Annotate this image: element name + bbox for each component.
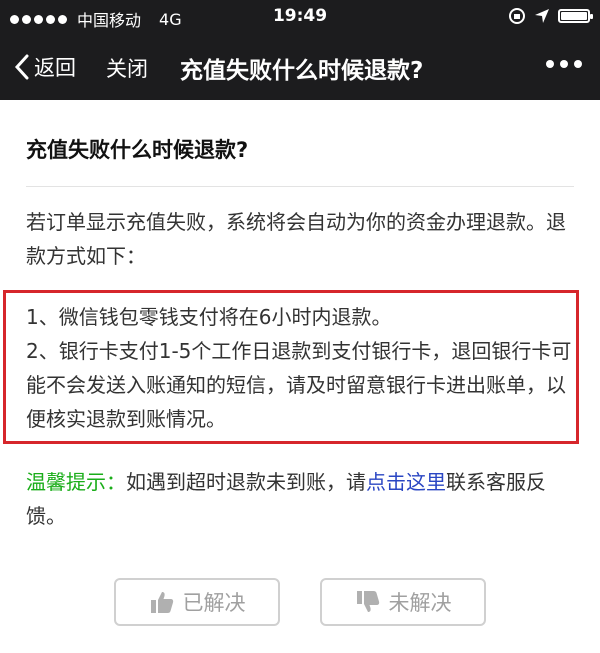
article: 充值失败什么时候退款? 若订单显示充值失败，系统将会自动为你的资金办理退款。退款… bbox=[26, 100, 574, 273]
list-item: 2、银行卡支付1-5个工作日退款到支付银行卡，退回银行卡可能不会发送入账通知的短… bbox=[26, 339, 572, 431]
location-icon bbox=[535, 9, 549, 23]
thumbs-down-icon bbox=[356, 591, 379, 612]
status-bar: 中国移动 4G 19:49 bbox=[0, 0, 600, 34]
unsolved-label: 未解决 bbox=[388, 591, 452, 615]
thumbs-up-icon bbox=[150, 592, 173, 613]
unsolved-button[interactable]: 未解决 bbox=[320, 578, 486, 626]
page-title: 充值失败什么时候退款? bbox=[180, 58, 424, 84]
back-button[interactable]: 返回 bbox=[14, 52, 76, 82]
close-button[interactable]: 关闭 bbox=[106, 53, 148, 83]
more-icon[interactable] bbox=[546, 60, 582, 68]
orientation-lock-icon bbox=[509, 8, 525, 24]
divider bbox=[26, 186, 574, 187]
battery-icon bbox=[558, 9, 593, 23]
back-label: 返回 bbox=[34, 56, 76, 80]
chevron-left-icon bbox=[14, 54, 29, 80]
solved-button[interactable]: 已解决 bbox=[114, 578, 280, 626]
contact-link[interactable]: 点击这里 bbox=[366, 470, 446, 494]
article-intro: 若订单显示充值失败，系统将会自动为你的资金办理退款。退款方式如下： bbox=[26, 210, 566, 268]
tip-paragraph: 温馨提示：如遇到超时退款未到账，请点击这里联系客服反馈。 bbox=[26, 465, 578, 533]
status-right bbox=[508, 7, 593, 25]
article-title: 充值失败什么时候退款? bbox=[26, 138, 249, 162]
list-item: 1、微信钱包零钱支付将在6小时内退款。 bbox=[26, 305, 392, 329]
nav-bar: 返回 关闭 充值失败什么时候退款? bbox=[0, 34, 600, 100]
tip-text-before: 如遇到超时退款未到账，请 bbox=[126, 470, 366, 494]
tip-label: 温馨提示： bbox=[26, 470, 126, 494]
refund-list: 1、微信钱包零钱支付将在6小时内退款。 2、银行卡支付1-5个工作日退款到支付银… bbox=[26, 300, 578, 436]
solved-label: 已解决 bbox=[182, 591, 246, 615]
